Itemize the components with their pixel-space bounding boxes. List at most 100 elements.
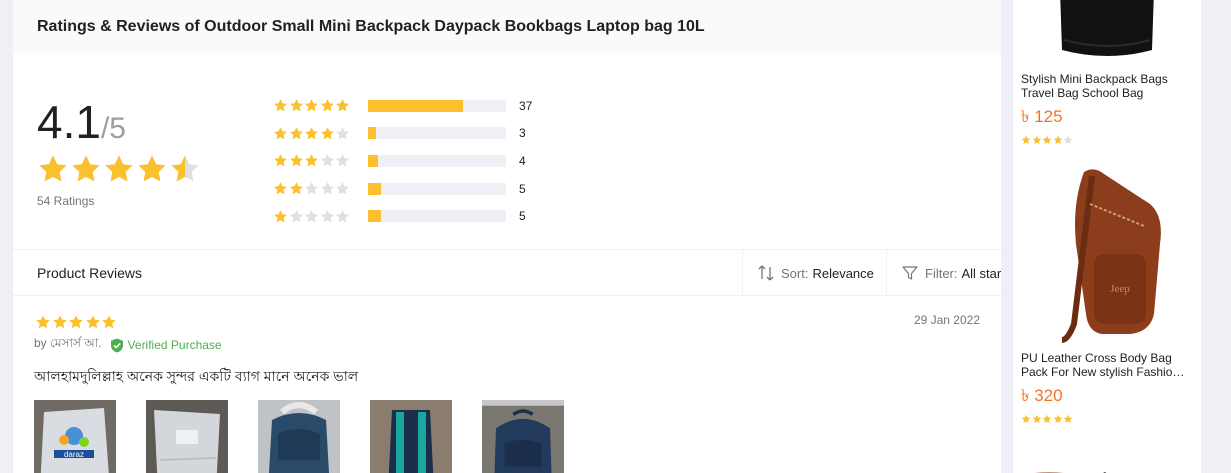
reviews-title-bar: Ratings & Reviews of Outdoor Small Mini …	[13, 0, 1001, 53]
row-stars	[273, 209, 353, 224]
star-icon	[70, 153, 102, 185]
average-score: 4.1/5	[37, 95, 126, 149]
product-title[interactable]: Stylish Mini Backpack Bags Travel Bag Sc…	[1013, 72, 1193, 100]
review-image-4[interactable]	[370, 400, 452, 473]
sort-label: Sort:	[781, 265, 809, 281]
distribution-bar-fill	[368, 182, 381, 195]
star-icon	[169, 153, 201, 185]
review-date: 29 Jan 2022	[913, 313, 980, 327]
star-icon	[273, 98, 289, 113]
filter-control[interactable]: Filter: All star	[886, 250, 1001, 296]
star-icon	[1053, 135, 1064, 145]
star-icon	[320, 98, 336, 113]
star-icon	[304, 153, 320, 168]
distribution-bar	[368, 127, 506, 140]
review-image-5[interactable]	[482, 400, 564, 473]
filter-icon	[901, 264, 919, 282]
star-icon	[289, 98, 305, 113]
star-icon	[289, 153, 305, 168]
review-stars	[35, 314, 118, 330]
distribution-row-3-star[interactable]: 4	[273, 147, 549, 175]
star-icon	[335, 209, 351, 224]
product-stars	[1013, 135, 1201, 145]
average-max: /5	[100, 112, 126, 145]
review-image-2[interactable]	[146, 400, 228, 473]
star-icon	[1042, 414, 1053, 424]
star-icon	[1032, 414, 1043, 424]
distribution-row-4-star[interactable]: 3	[273, 120, 549, 148]
average-stars	[37, 153, 202, 185]
star-icon	[289, 126, 305, 141]
star-icon	[35, 314, 52, 330]
reviews-header: Product Reviews Sort: Relevance Filter: …	[13, 250, 1001, 296]
product-image-backpack[interactable]	[1013, 0, 1201, 66]
star-icon	[52, 314, 69, 330]
distribution-bar	[368, 99, 506, 112]
product-title[interactable]: PU Leather Cross Body Bag Pack For New s…	[1013, 351, 1193, 379]
star-icon	[1063, 135, 1074, 145]
sort-control[interactable]: Sort: Relevance	[742, 250, 886, 296]
star-icon	[304, 209, 320, 224]
product-price: ৳ 320	[1021, 386, 1063, 405]
distribution-count: 5	[519, 181, 526, 196]
distribution-count: 37	[519, 98, 533, 113]
distribution-bar-fill	[368, 99, 464, 112]
distribution-count: 3	[519, 126, 526, 141]
average-value: 4.1	[37, 96, 101, 148]
distribution-row-1-star[interactable]: 5	[273, 202, 549, 230]
star-icon	[37, 153, 69, 185]
product-price: ৳ 125	[1021, 107, 1063, 126]
distribution-row-2-star[interactable]: 5	[273, 175, 549, 203]
product-card-1[interactable]: Stylish Mini Backpack Bags Travel Bag Sc…	[1013, 0, 1201, 145]
review-image-1[interactable]: daraz	[34, 400, 116, 473]
ratings-reviews-panel: Ratings & Reviews of Outdoor Small Mini …	[13, 0, 1001, 473]
star-icon	[136, 153, 168, 185]
star-icon	[1053, 414, 1064, 424]
distribution-count: 5	[519, 209, 526, 224]
verified-shield-icon	[110, 338, 128, 353]
review-text: আলহামদুলিল্লাহ অনেক সুন্দর একটি ব্যাগ মা…	[34, 368, 359, 384]
star-icon	[304, 181, 320, 196]
star-icon	[304, 126, 320, 141]
star-icon	[335, 98, 351, 113]
filter-label: Filter:	[925, 265, 958, 281]
verified-badge: Verified Purchase	[110, 338, 222, 353]
verified-label: Verified Purchase	[127, 338, 222, 352]
svg-text:daraz: daraz	[64, 450, 84, 459]
product-reviews-label: Product Reviews	[37, 265, 143, 281]
distribution-bar	[368, 154, 506, 167]
star-icon	[85, 314, 102, 330]
star-icon	[273, 209, 289, 224]
star-icon	[335, 153, 351, 168]
filter-value: All star	[961, 265, 1002, 281]
product-card-3-preview[interactable]	[1013, 465, 1201, 473]
distribution-bar-fill	[368, 210, 381, 223]
star-icon	[320, 209, 336, 224]
distribution-bar	[368, 182, 506, 195]
star-icon	[320, 153, 336, 168]
star-icon	[335, 126, 351, 141]
star-icon	[320, 126, 336, 141]
star-icon	[101, 314, 118, 330]
distribution-bar	[368, 210, 506, 223]
row-stars	[273, 153, 353, 168]
distribution-row-5-star[interactable]: 37	[273, 92, 549, 120]
star-icon	[289, 181, 305, 196]
product-stars	[1013, 414, 1201, 424]
star-icon	[1021, 414, 1032, 424]
rating-distribution: 37 3 4 5 5	[273, 92, 549, 230]
star-icon	[1021, 135, 1032, 145]
review-meta: by মেসার্স আ. Verified Purchase	[34, 335, 222, 355]
product-image-sling-bag[interactable]: Jeep	[1013, 164, 1201, 344]
ratings-count: 54 Ratings	[37, 194, 95, 208]
star-icon	[289, 209, 305, 224]
product-card-2[interactable]: Jeep PU Leather Cross Body Bag Pack For …	[1013, 164, 1201, 424]
star-icon	[273, 181, 289, 196]
recommended-products: Stylish Mini Backpack Bags Travel Bag Sc…	[1013, 0, 1201, 473]
sort-icon	[757, 264, 775, 282]
star-icon	[1042, 135, 1053, 145]
review-image-3[interactable]	[258, 400, 340, 473]
review-images: daraz	[34, 400, 594, 473]
star-icon	[320, 181, 336, 196]
star-icon	[1032, 135, 1043, 145]
